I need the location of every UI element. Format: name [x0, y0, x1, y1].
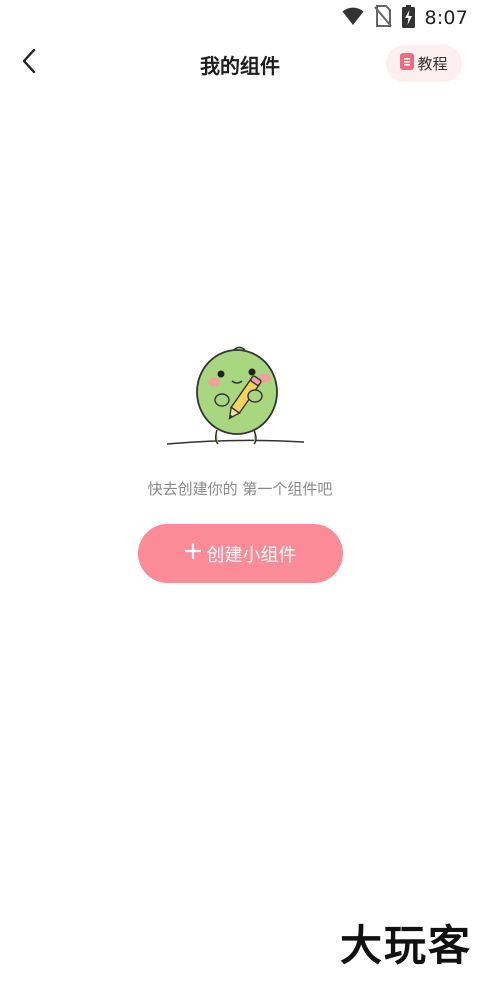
- nav-bar: 我的组件 教程: [0, 36, 480, 92]
- empty-state-message: 快去创建你的 第一个组件吧: [147, 480, 333, 498]
- no-sim-icon: [373, 5, 392, 31]
- status-bar: 8:07: [0, 0, 480, 36]
- create-widget-label: 创建小组件: [206, 544, 297, 566]
- status-time: 8:07: [424, 7, 468, 29]
- plus-icon: [184, 542, 201, 564]
- battery-charging-icon: [401, 4, 415, 32]
- empty-state-illustration: [162, 340, 312, 452]
- tutorial-label: 教程: [417, 55, 448, 73]
- document-icon: [400, 53, 415, 74]
- create-widget-button[interactable]: 创建小组件: [138, 524, 343, 583]
- tutorial-button[interactable]: 教程: [386, 45, 462, 82]
- wifi-icon: [342, 6, 364, 30]
- status-icons: 8:07: [342, 4, 468, 32]
- watermark: 大玩客: [339, 921, 472, 970]
